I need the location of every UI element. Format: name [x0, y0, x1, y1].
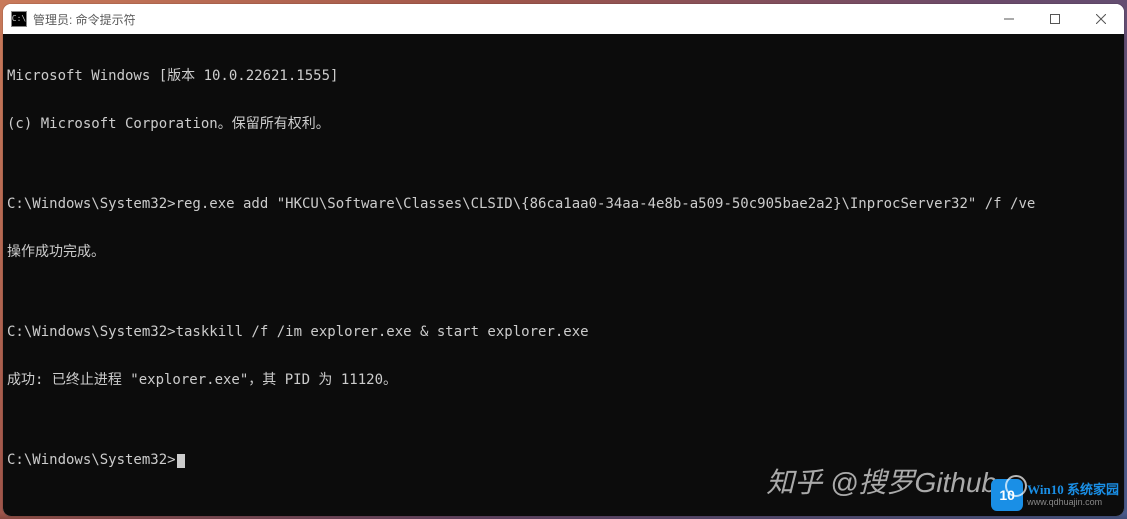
terminal-line: 成功: 已终止进程 "explorer.exe"，其 PID 为 11120。 [7, 372, 1120, 388]
cmd-icon-glyph: C:\ [12, 15, 26, 23]
terminal-line: 操作成功完成。 [7, 244, 1120, 260]
window-title: 管理员: 命令提示符 [33, 11, 986, 28]
minimize-icon [1004, 14, 1014, 24]
close-button[interactable] [1078, 4, 1124, 34]
terminal-line: Microsoft Windows [版本 10.0.22621.1555] [7, 68, 1120, 84]
minimize-button[interactable] [986, 4, 1032, 34]
cmd-icon: C:\ [11, 11, 27, 27]
window-controls [986, 4, 1124, 34]
terminal-line: (c) Microsoft Corporation。保留所有权利。 [7, 116, 1120, 132]
maximize-icon [1050, 14, 1060, 24]
terminal-prompt: C:\Windows\System32> [7, 452, 176, 468]
terminal-line: C:\Windows\System32>taskkill /f /im expl… [7, 324, 1120, 340]
titlebar[interactable]: C:\ 管理员: 命令提示符 [3, 4, 1124, 34]
close-icon [1096, 14, 1106, 24]
command-prompt-window: C:\ 管理员: 命令提示符 Microsoft Windows [版本 10.… [3, 4, 1124, 516]
maximize-button[interactable] [1032, 4, 1078, 34]
terminal-line: C:\Windows\System32>reg.exe add "HKCU\So… [7, 196, 1120, 212]
cursor [177, 454, 185, 468]
terminal-output[interactable]: Microsoft Windows [版本 10.0.22621.1555] (… [3, 34, 1124, 516]
terminal-prompt-line: C:\Windows\System32> [7, 452, 1120, 468]
